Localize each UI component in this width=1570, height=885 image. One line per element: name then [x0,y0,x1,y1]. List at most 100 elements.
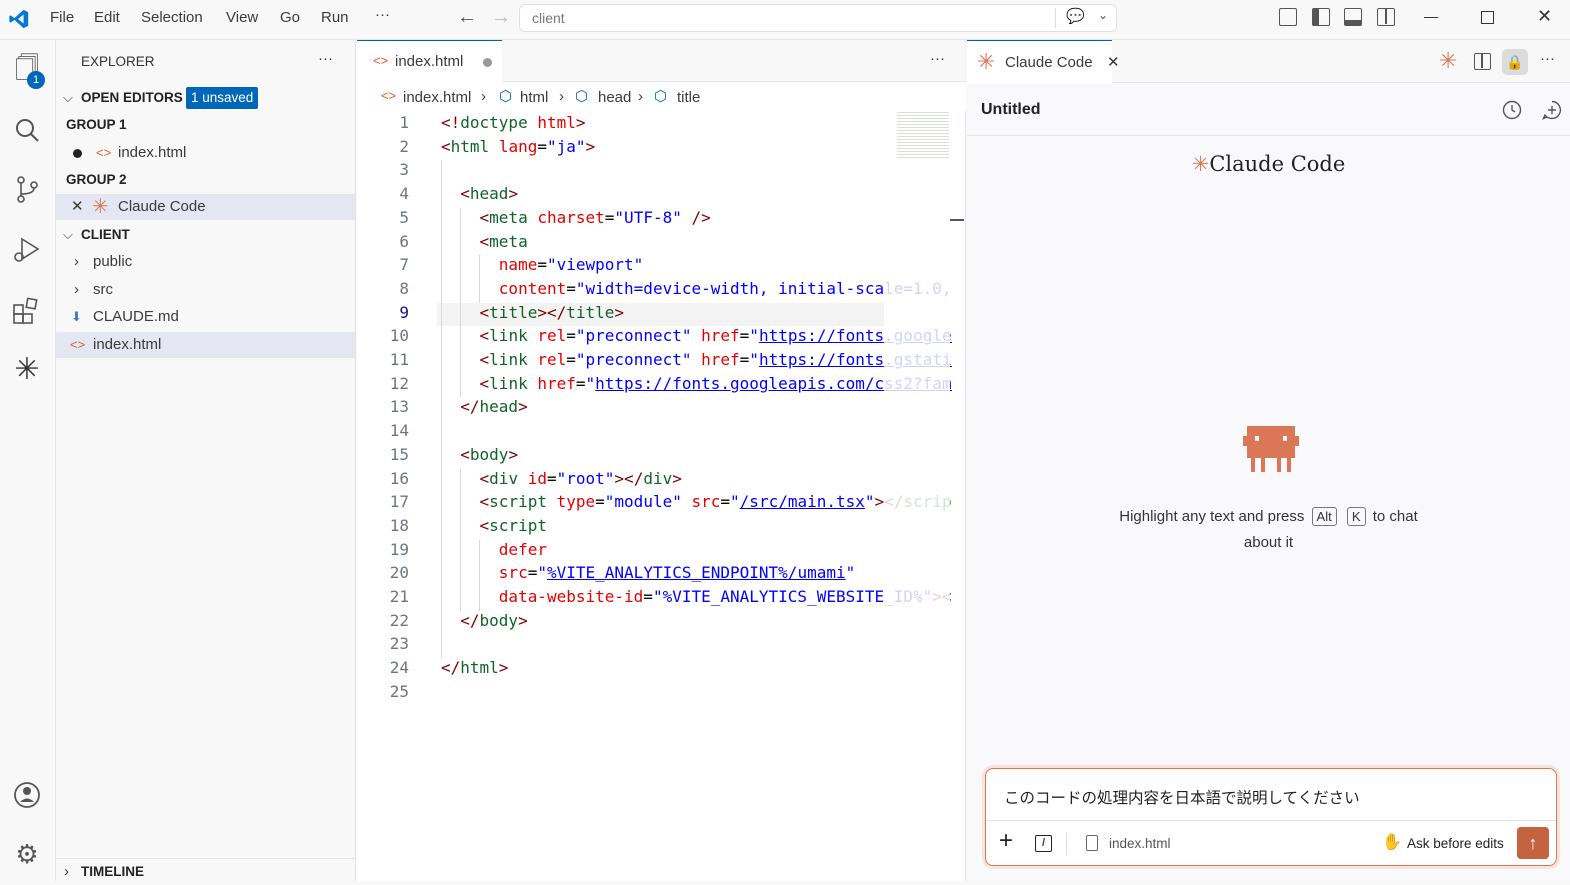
code-token: < [479,326,490,346]
copilot-chat-icon[interactable]: 💬 [1066,7,1085,25]
divider [1055,8,1056,28]
code-line[interactable]: <meta [441,232,528,251]
code-line[interactable]: <html lang="ja"> [441,137,595,156]
tree-item-claude-md[interactable]: ⬇ CLAUDE.md [56,304,355,330]
file-label: CLAUDE.md [93,308,179,325]
breadcrumb-title[interactable]: title [677,89,700,106]
line-number: 10 [389,326,409,346]
code-line[interactable]: <!doctype html> [441,113,586,132]
code-token: " [749,350,759,369]
code-line[interactable]: <link rel="preconnect" href="https://fon… [441,326,952,345]
toggle-panel-icon[interactable] [1344,8,1362,26]
code-line[interactable]: <script type="module" src="/src/main.tsx… [441,492,952,511]
code-line[interactable]: <link href="https://fonts.googleapis.com… [441,374,952,393]
menu-view[interactable]: View [226,9,258,26]
hand-icon[interactable]: ✋ [1382,832,1402,852]
code-line[interactable]: defer [441,540,547,559]
code-line[interactable]: name="viewport" [441,255,644,275]
line-number: 3 [399,160,409,180]
code-line[interactable]: data-website-id="%VITE_ANALYTICS_WEBSITE… [441,587,952,606]
lock-icon[interactable]: 🔒 [1502,49,1528,75]
code-line[interactable]: src="%VITE_ANALYTICS_ENDPOINT%/umami" [441,563,855,582]
settings-gear-icon[interactable]: ⚙ [10,837,44,871]
tree-item-src[interactable]: › src [56,277,355,303]
menu-selection[interactable]: Selection [141,9,203,26]
code-line[interactable]: <script [441,516,547,535]
code-token: </ [460,397,480,417]
slash-command-icon[interactable]: / [1035,835,1052,852]
code-token: name [498,255,538,275]
code-line[interactable]: <div id="root"></div> [441,469,682,488]
send-arrow-up-icon[interactable]: ↑ [1517,827,1549,859]
minimize-icon[interactable] [1424,17,1438,18]
code-line[interactable]: <title></title> [441,303,625,322]
menu-more[interactable]: ··· [375,6,390,23]
history-clock-icon[interactable] [1502,100,1522,120]
explorer-more-button[interactable]: ··· [318,50,333,67]
explorer-icon[interactable]: 🗍 1 [10,52,45,89]
indent-guide [441,160,442,659]
breadcrumb-head[interactable]: head [598,89,631,106]
claude-asterisk-icon[interactable]: ✳ [1439,48,1457,74]
back-arrow-icon[interactable]: ← [457,6,477,29]
client-folder-header[interactable]: ⌵ CLIENT [56,222,355,248]
tree-item-index-html[interactable]: <> index.html [56,332,355,358]
permission-mode-button[interactable]: Ask before edits [1407,836,1504,851]
close-icon[interactable]: ✕ [71,194,84,220]
close-tab-icon[interactable]: ✕ [1107,53,1120,71]
toggle-sidebar-icon[interactable] [1312,8,1330,26]
chevron-down-icon[interactable]: ⌄ [1098,8,1108,22]
tab-index-html[interactable]: <> index.html [357,40,502,82]
code-line[interactable]: <meta charset="UTF-8" /> [441,208,711,227]
tab-claude-code[interactable]: ✳ Claude Code ✕ [967,40,1120,84]
command-center-search[interactable]: client 💬 ⌄ [519,4,1117,32]
accounts-icon[interactable] [10,778,44,812]
extensions-icon[interactable] [10,293,44,327]
forward-arrow-icon[interactable]: → [491,6,511,29]
code-line[interactable]: </html> [441,658,508,677]
code-line[interactable]: </body> [441,611,527,630]
code-line[interactable]: </head> [441,397,527,417]
editor-more-button[interactable]: ··· [930,50,945,67]
open-editors-header[interactable]: ⌵ OPEN EDITORS 1 unsaved [56,85,355,111]
context-file-chip[interactable]: index.html [1109,836,1171,851]
code-line[interactable]: <link rel="preconnect" href="https://fon… [441,350,952,369]
indent-guide [479,539,480,611]
file-icon [1086,835,1098,851]
code-editor[interactable]: 1 <!doctype html> 2 <html lang="ja"> 3 4 <hea… [357,111,952,881]
code-token: /src/main.tsx [739,492,865,512]
minimap[interactable] [897,112,949,160]
search-icon[interactable] [10,113,44,147]
tree-item-public[interactable]: › public [56,249,355,275]
menu-edit[interactable]: Edit [94,9,120,26]
chat-input[interactable]: このコードの処理内容を日本語で説明してください [1004,786,1360,808]
code-token: " [585,373,596,393]
code-line[interactable]: content="width=device-width, initial-sca… [441,279,952,298]
new-chat-icon[interactable] [1542,100,1562,120]
menu-go[interactable]: Go [280,9,300,26]
unsaved-dot-icon[interactable] [73,149,82,158]
timeline-header[interactable]: › TIMELINE [56,858,355,884]
add-attachment-plus-icon[interactable]: + [999,827,1013,855]
code-line[interactable]: <head> [441,184,518,203]
breadcrumb-file[interactable]: index.html [403,89,471,106]
split-editor-icon[interactable] [1474,53,1491,70]
open-editor-claude-code[interactable]: ✕ ✳ Claude Code [56,194,355,220]
menu-file[interactable]: File [50,9,74,26]
toggle-secondary-sidebar-icon[interactable] [1377,8,1395,26]
menu-run[interactable]: Run [321,9,349,26]
claude-code-sidebar-icon[interactable]: ✳ [10,353,44,387]
source-control-icon[interactable] [10,172,44,206]
maximize-icon[interactable] [1481,11,1494,24]
customize-layout-icon[interactable] [1279,8,1297,26]
run-debug-icon[interactable] [10,233,44,267]
code-token: script [489,492,547,512]
code-line[interactable]: <body> [441,445,518,464]
close-window-icon[interactable]: ✕ [1537,6,1552,27]
panel-more-button[interactable]: ··· [1540,50,1555,67]
breadcrumb-html[interactable]: html [520,89,548,106]
open-editor-index-html[interactable]: <> index.html [56,140,355,166]
unsaved-dot-icon[interactable] [483,58,492,67]
